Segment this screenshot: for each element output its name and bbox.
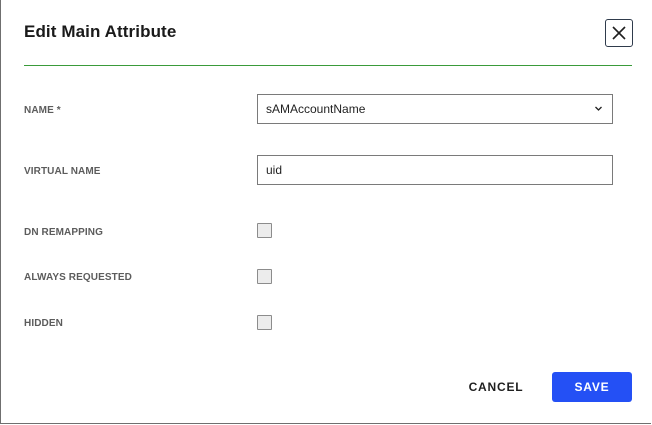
save-button[interactable]: SAVE bbox=[552, 372, 632, 402]
name-select-value: sAMAccountName bbox=[266, 102, 366, 116]
hidden-label: HIDDEN bbox=[24, 318, 63, 329]
dn-remapping-checkbox[interactable] bbox=[257, 223, 272, 238]
dn-remapping-label: DN REMAPPING bbox=[24, 227, 103, 238]
title-divider bbox=[24, 65, 632, 66]
always-requested-checkbox[interactable] bbox=[257, 269, 272, 284]
always-requested-label: ALWAYS REQUESTED bbox=[24, 272, 132, 283]
cancel-button[interactable]: CANCEL bbox=[459, 372, 533, 402]
name-label: NAME * bbox=[24, 105, 61, 116]
close-icon bbox=[612, 26, 626, 40]
virtual-name-label: VIRTUAL NAME bbox=[24, 166, 101, 177]
virtual-name-input-value: uid bbox=[266, 163, 283, 177]
name-select[interactable]: sAMAccountName bbox=[257, 94, 613, 124]
hidden-checkbox[interactable] bbox=[257, 315, 272, 330]
edit-main-attribute-dialog: Edit Main Attribute NAME * sAMAccountNam… bbox=[0, 0, 651, 424]
virtual-name-input[interactable]: uid bbox=[257, 155, 613, 185]
dialog-title: Edit Main Attribute bbox=[24, 22, 177, 41]
chevron-down-icon bbox=[595, 106, 602, 111]
close-button[interactable] bbox=[605, 19, 633, 47]
